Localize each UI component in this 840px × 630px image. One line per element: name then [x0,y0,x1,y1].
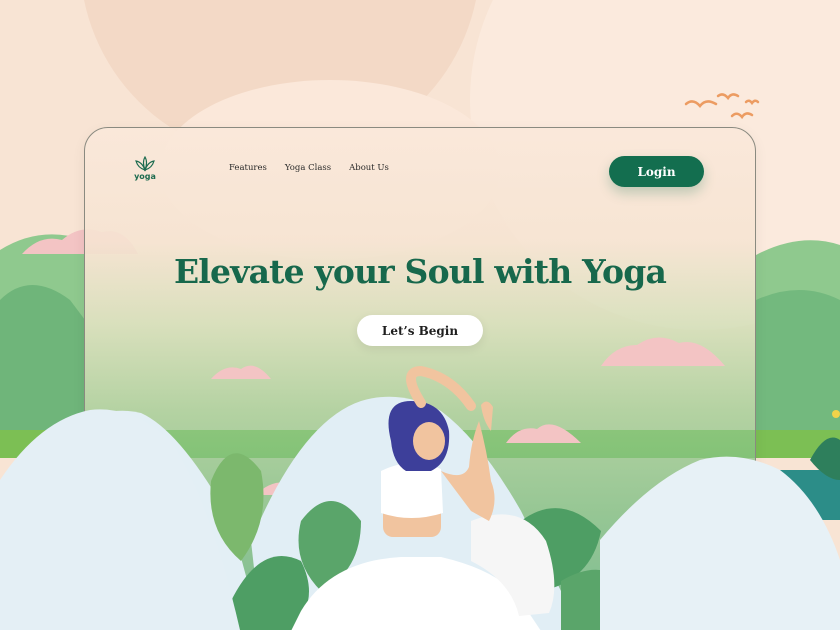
brand-logo[interactable]: yoga [132,156,158,184]
cloud-mid-right [506,424,581,443]
cloud-small-left [211,365,271,379]
hill-right-front [756,290,840,440]
lotus-icon [135,156,155,172]
brand-name: yoga [134,172,156,181]
hero-headline: Elevate your Soul with Yoga [173,252,667,291]
hill-left-front [0,285,85,440]
main-nav: Features Yoga Class About Us [229,163,407,173]
login-button[interactable]: Login [609,156,704,187]
lets-begin-button[interactable]: Let’s Begin [357,315,483,346]
cloud-right [601,337,725,366]
nav-item-features[interactable]: Features [229,163,267,173]
nav-item-yoga-class[interactable]: Yoga Class [285,163,331,173]
hero-illustration [85,337,755,630]
water-right [780,470,840,520]
nav-item-about-us[interactable]: About Us [349,163,389,173]
hero-card [84,127,756,630]
